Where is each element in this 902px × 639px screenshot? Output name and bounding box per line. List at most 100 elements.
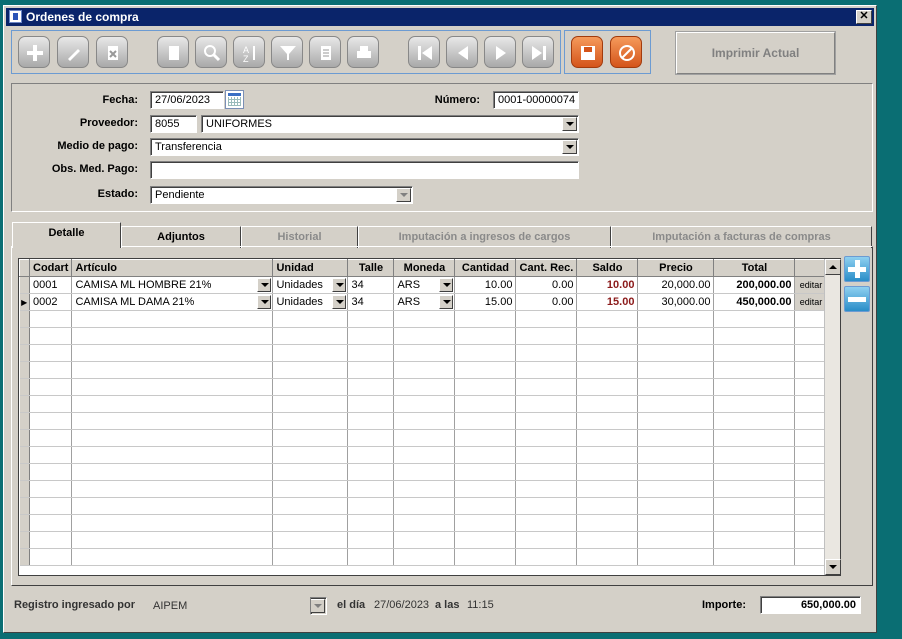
empty-cell[interactable] bbox=[515, 327, 578, 345]
empty-cell[interactable] bbox=[576, 480, 639, 498]
medio-pago-select[interactable]: Transferencia bbox=[150, 138, 579, 156]
empty-cell[interactable] bbox=[713, 361, 796, 379]
report-button[interactable] bbox=[309, 36, 341, 68]
chevron-down-icon[interactable] bbox=[562, 117, 577, 131]
add-button[interactable] bbox=[18, 36, 50, 68]
empty-cell[interactable] bbox=[794, 497, 827, 515]
table-row-empty[interactable] bbox=[19, 429, 827, 447]
cell-unidad[interactable]: Unidades bbox=[272, 276, 349, 294]
column-header[interactable]: Unidad bbox=[272, 259, 349, 277]
empty-cell[interactable] bbox=[272, 361, 349, 379]
table-row-empty[interactable] bbox=[19, 395, 827, 413]
empty-cell[interactable] bbox=[713, 531, 796, 549]
empty-cell[interactable] bbox=[637, 344, 715, 362]
empty-cell[interactable] bbox=[393, 327, 456, 345]
tab-imputacion-facturas[interactable]: Imputación a facturas de compras bbox=[611, 226, 872, 248]
empty-cell[interactable] bbox=[393, 463, 456, 481]
empty-cell[interactable] bbox=[71, 395, 274, 413]
empty-cell[interactable] bbox=[576, 361, 639, 379]
empty-cell[interactable] bbox=[393, 412, 456, 430]
empty-cell[interactable] bbox=[454, 463, 517, 481]
empty-cell[interactable] bbox=[637, 395, 715, 413]
add-row-button[interactable] bbox=[844, 256, 870, 282]
proveedor-select[interactable]: UNIFORMES bbox=[201, 115, 579, 133]
cell-moneda[interactable]: ARS bbox=[393, 293, 456, 311]
empty-cell[interactable] bbox=[515, 361, 578, 379]
chevron-down-icon[interactable] bbox=[332, 295, 347, 309]
empty-cell[interactable] bbox=[576, 378, 639, 396]
cell-precio[interactable]: 20,000.00 bbox=[637, 276, 715, 294]
cell-cant-rec[interactable]: 0.00 bbox=[515, 293, 578, 311]
empty-cell[interactable] bbox=[515, 480, 578, 498]
empty-cell[interactable] bbox=[515, 429, 578, 447]
empty-cell[interactable] bbox=[454, 344, 517, 362]
empty-cell[interactable] bbox=[713, 480, 796, 498]
tab-imputacion-ingresos[interactable]: Imputación a ingresos de cargos bbox=[358, 226, 611, 248]
chevron-down-icon[interactable] bbox=[257, 278, 272, 292]
cell-cant-rec[interactable]: 0.00 bbox=[515, 276, 578, 294]
empty-cell[interactable] bbox=[576, 412, 639, 430]
cell-articulo[interactable]: CAMISA ML HOMBRE 21% bbox=[71, 276, 274, 294]
empty-cell[interactable] bbox=[272, 514, 349, 532]
cell-cantidad[interactable]: 10.00 bbox=[454, 276, 517, 294]
column-header[interactable]: Codart bbox=[28, 259, 73, 277]
print-current-button[interactable]: Imprimir Actual bbox=[675, 31, 836, 75]
empty-cell[interactable] bbox=[29, 446, 73, 464]
chevron-down-icon[interactable] bbox=[439, 295, 454, 309]
empty-cell[interactable] bbox=[794, 446, 827, 464]
empty-cell[interactable] bbox=[454, 327, 517, 345]
empty-cell[interactable] bbox=[393, 480, 456, 498]
empty-cell[interactable] bbox=[454, 548, 517, 566]
empty-cell[interactable] bbox=[794, 463, 827, 481]
previous-record-button[interactable] bbox=[446, 36, 478, 68]
empty-cell[interactable] bbox=[393, 497, 456, 515]
empty-cell[interactable] bbox=[272, 480, 349, 498]
empty-cell[interactable] bbox=[713, 497, 796, 515]
scroll-up-button[interactable] bbox=[825, 259, 841, 275]
empty-cell[interactable] bbox=[347, 497, 395, 515]
empty-cell[interactable] bbox=[454, 531, 517, 549]
empty-cell[interactable] bbox=[29, 497, 73, 515]
empty-cell[interactable] bbox=[272, 344, 349, 362]
empty-cell[interactable] bbox=[454, 378, 517, 396]
empty-cell[interactable] bbox=[637, 497, 715, 515]
chevron-down-icon[interactable] bbox=[396, 188, 411, 202]
empty-cell[interactable] bbox=[713, 429, 796, 447]
cell-talle[interactable]: 34 bbox=[347, 276, 395, 294]
empty-cell[interactable] bbox=[29, 463, 73, 481]
empty-cell[interactable] bbox=[515, 378, 578, 396]
empty-cell[interactable] bbox=[576, 429, 639, 447]
proveedor-code-field[interactable]: 8055 bbox=[150, 115, 197, 133]
empty-cell[interactable] bbox=[29, 531, 73, 549]
column-header[interactable]: Precio bbox=[637, 259, 715, 277]
column-header[interactable]: Saldo bbox=[576, 259, 639, 277]
empty-cell[interactable] bbox=[393, 531, 456, 549]
column-header[interactable]: Artículo bbox=[71, 259, 274, 277]
chevron-down-icon[interactable] bbox=[311, 599, 325, 613]
table-row-empty[interactable] bbox=[19, 548, 827, 566]
empty-cell[interactable] bbox=[393, 395, 456, 413]
empty-cell[interactable] bbox=[29, 361, 73, 379]
empty-cell[interactable] bbox=[272, 429, 349, 447]
empty-cell[interactable] bbox=[515, 463, 578, 481]
table-row-empty[interactable] bbox=[19, 378, 827, 396]
empty-cell[interactable] bbox=[71, 310, 274, 328]
empty-cell[interactable] bbox=[347, 446, 395, 464]
empty-cell[interactable] bbox=[515, 412, 578, 430]
copy-button[interactable] bbox=[157, 36, 189, 68]
table-row-empty[interactable] bbox=[19, 497, 827, 515]
delete-button[interactable] bbox=[96, 36, 128, 68]
empty-cell[interactable] bbox=[29, 378, 73, 396]
chevron-down-icon[interactable] bbox=[257, 295, 272, 309]
empty-cell[interactable] bbox=[347, 395, 395, 413]
calendar-icon[interactable] bbox=[225, 90, 244, 109]
empty-cell[interactable] bbox=[637, 446, 715, 464]
empty-cell[interactable] bbox=[29, 395, 73, 413]
empty-cell[interactable] bbox=[576, 514, 639, 532]
empty-cell[interactable] bbox=[71, 514, 274, 532]
empty-cell[interactable] bbox=[272, 446, 349, 464]
tab-detalle[interactable]: Detalle bbox=[12, 222, 121, 248]
chevron-down-icon[interactable] bbox=[562, 140, 577, 154]
empty-cell[interactable] bbox=[515, 310, 578, 328]
empty-cell[interactable] bbox=[29, 480, 73, 498]
